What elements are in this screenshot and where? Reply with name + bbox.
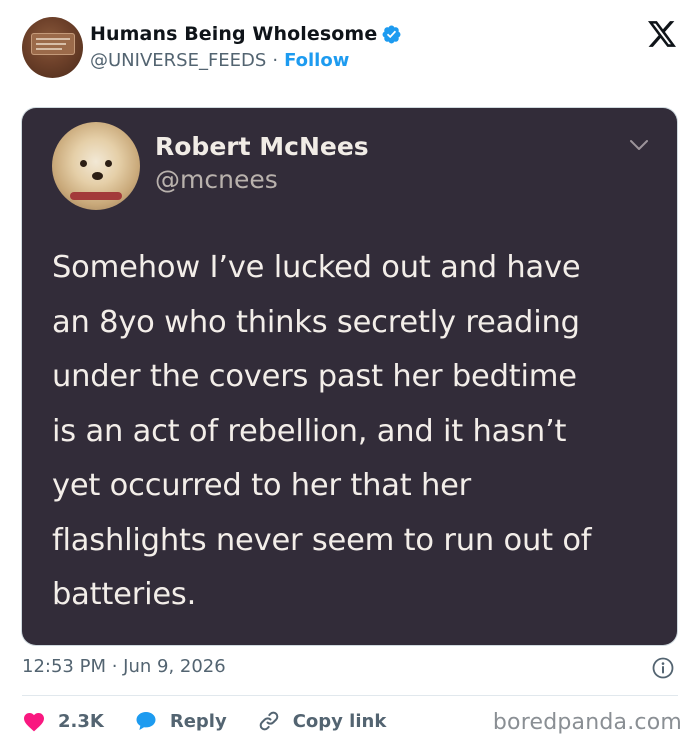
watermark: boredpanda.com [492,710,682,735]
account-display-name[interactable]: Humans Being Wholesome [90,23,377,45]
account-avatar[interactable] [22,17,83,78]
account-handle[interactable]: @UNIVERSE_FEEDS [90,50,266,71]
link-icon [259,711,279,731]
verified-badge-icon [382,25,401,43]
embedded-author-handle: @mcnees [155,165,278,194]
reply-label: Reply [169,710,227,732]
copy-link-button[interactable]: Copy link [257,709,387,733]
embedded-author-avatar [52,122,140,210]
reply-button[interactable]: Reply [134,709,227,733]
action-bar: 2.3K Reply Copy link [22,706,416,736]
embedded-tweet-image[interactable]: Robert McNees @mcnees Somehow I’ve lucke… [22,108,677,645]
x-logo-icon[interactable] [648,21,676,47]
like-button[interactable]: 2.3K [22,710,104,732]
chevron-down-icon [630,140,648,150]
embedded-author-name: Robert McNees [155,132,369,161]
copy-link-label: Copy link [292,710,387,732]
tweet-timestamp[interactable]: 12:53 PM · Jun 9, 2026 [22,656,226,677]
account-handle-row: @UNIVERSE_FEEDS · Follow [90,48,349,72]
embedded-tweet-text: Somehow I’ve lucked out and have an 8yo … [52,250,592,612]
heart-icon [24,713,44,732]
reply-bubble-icon [136,712,156,730]
account-name-row[interactable]: Humans Being Wholesome [90,21,402,47]
tweet-card: Humans Being Wholesome @UNIVERSE_FEEDS ·… [0,0,700,748]
like-count: 2.3K [58,710,104,732]
follow-button[interactable]: Follow [284,50,349,71]
separator-dot: · [272,49,279,71]
divider [22,695,678,696]
info-icon[interactable] [652,657,674,679]
